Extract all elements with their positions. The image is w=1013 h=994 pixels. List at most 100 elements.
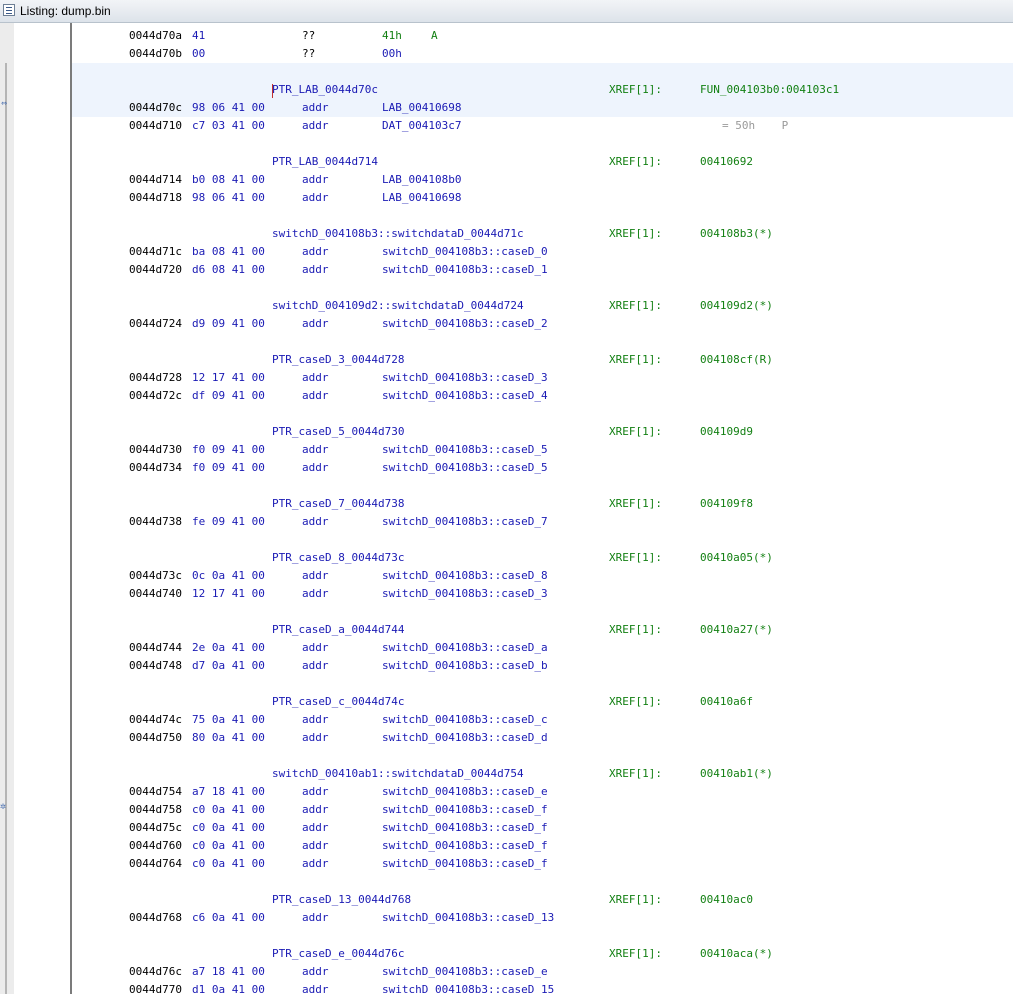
operand[interactable]: switchD_004108b3::caseD_b (382, 657, 548, 675)
data-row[interactable]: 0044d70b 00?? 00h (72, 45, 1013, 63)
operand[interactable]: switchD_004108b3::caseD_f (382, 801, 548, 819)
address[interactable]: 0044d764 (129, 855, 182, 873)
data-row[interactable]: 0044d748 d7 0a 41 00 addr switchD_004108b3:… (72, 657, 1013, 675)
byte-values[interactable]: c0 0a 41 00 (192, 837, 265, 855)
byte-values[interactable]: a7 18 41 00 (192, 783, 265, 801)
xref-target[interactable]: 00410a6f (700, 693, 753, 711)
mnemonic[interactable]: addr (302, 909, 329, 927)
byte-values[interactable]: fe 09 41 00 (192, 513, 265, 531)
operand[interactable]: switchD_004108b3::caseD_3 (382, 585, 548, 603)
mnemonic[interactable]: addr (302, 657, 329, 675)
address[interactable]: 0044d70b (129, 45, 182, 63)
byte-values[interactable]: f0 09 41 00 (192, 441, 265, 459)
label-name[interactable]: PTR_LAB_0044d70c (272, 81, 378, 99)
data-row[interactable]: 0044d74c 75 0a 41 00 addr switchD_004108b3:… (72, 711, 1013, 729)
operand[interactable]: DAT_004103c7 (382, 117, 461, 135)
byte-values[interactable]: 12 17 41 00 (192, 369, 265, 387)
data-row[interactable]: 0044d740 12 17 41 00 addr switchD_004108b3:… (72, 585, 1013, 603)
xref-target[interactable]: 004109d2(*) (700, 297, 773, 315)
operand[interactable]: switchD_004108b3::caseD_f (382, 819, 548, 837)
mnemonic[interactable]: addr (302, 639, 329, 657)
label-name[interactable]: PTR_caseD_8_0044d73c (272, 549, 404, 567)
xref-target[interactable]: 00410a27(*) (700, 621, 773, 639)
label-name[interactable]: switchD_00410ab1::switchdataD_0044d754 (272, 765, 524, 783)
label-row[interactable]: PTR_caseD_a_0044d744 XREF[1]: 00410a27(*) (72, 621, 1013, 639)
mnemonic[interactable]: addr (302, 513, 329, 531)
mnemonic[interactable]: addr (302, 243, 329, 261)
byte-values[interactable]: c7 03 41 00 (192, 117, 265, 135)
address[interactable]: 0044d74c (129, 711, 182, 729)
data-row[interactable]: 0044d714 b0 08 41 00 addr LAB_004108b0 (72, 171, 1013, 189)
byte-values[interactable]: a7 18 41 00 (192, 963, 265, 981)
operand[interactable]: LAB_00410698 (382, 189, 461, 207)
data-row[interactable]: 0044d720 d6 08 41 00 addr switchD_004108b3:… (72, 261, 1013, 279)
xref-prefix[interactable]: XREF[1]: (609, 495, 662, 513)
mnemonic[interactable]: addr (302, 585, 329, 603)
xref-target[interactable]: 004109f8 (700, 495, 753, 513)
mnemonic[interactable]: addr (302, 117, 329, 135)
mnemonic[interactable]: addr (302, 801, 329, 819)
label-row[interactable]: switchD_00410ab1::switchdataD_0044d754 XR… (72, 765, 1013, 783)
address[interactable]: 0044d714 (129, 171, 182, 189)
byte-values[interactable]: ba 08 41 00 (192, 243, 265, 261)
operand[interactable]: switchD_004108b3::caseD_5 (382, 459, 548, 477)
label-name[interactable]: PTR_caseD_3_0044d728 (272, 351, 404, 369)
byte-values[interactable]: 98 06 41 00 (192, 189, 265, 207)
mnemonic[interactable]: addr (302, 189, 329, 207)
byte-values[interactable]: 41 (192, 27, 205, 45)
byte-values[interactable]: d6 08 41 00 (192, 261, 265, 279)
mnemonic[interactable]: ?? (302, 27, 315, 45)
mnemonic[interactable]: addr (302, 369, 329, 387)
data-row[interactable]: 0044d75c c0 0a 41 00 addr switchD_004108b3:… (72, 819, 1013, 837)
xref-prefix[interactable]: XREF[1]: (609, 423, 662, 441)
label-name[interactable]: switchD_004109d2::switchdataD_0044d724 (272, 297, 524, 315)
label-name[interactable]: PTR_caseD_13_0044d768 (272, 891, 411, 909)
operand[interactable]: switchD_004108b3::caseD_a (382, 639, 548, 657)
address[interactable]: 0044d740 (129, 585, 182, 603)
data-row[interactable]: 0044d770 d1 0a 41 00 addr switchD_004108b3:… (72, 981, 1013, 994)
label-row[interactable]: PTR_caseD_8_0044d73c XREF[1]: 00410a05(*) (72, 549, 1013, 567)
xref-target[interactable]: 00410a05(*) (700, 549, 773, 567)
bookmark-marker-icon[interactable]: ✲ (0, 802, 6, 812)
address[interactable]: 0044d734 (129, 459, 182, 477)
operand[interactable]: 41h (382, 27, 402, 45)
address[interactable]: 0044d724 (129, 315, 182, 333)
byte-values[interactable]: c6 0a 41 00 (192, 909, 265, 927)
address[interactable]: 0044d750 (129, 729, 182, 747)
operand[interactable]: switchD_004108b3::caseD_c (382, 711, 548, 729)
data-row[interactable]: 0044d764 c0 0a 41 00 addr switchD_004108b3:… (72, 855, 1013, 873)
label-row[interactable]: switchD_004108b3::switchdataD_0044d71c XR… (72, 225, 1013, 243)
byte-values[interactable]: 0c 0a 41 00 (192, 567, 265, 585)
label-row[interactable]: PTR_caseD_13_0044d768 XREF[1]: 00410ac0 (72, 891, 1013, 909)
xref-prefix[interactable]: XREF[1]: (609, 765, 662, 783)
address[interactable]: 0044d71c (129, 243, 182, 261)
label-name[interactable]: PTR_caseD_c_0044d74c (272, 693, 404, 711)
mnemonic[interactable]: addr (302, 567, 329, 585)
mnemonic[interactable]: addr (302, 855, 329, 873)
cursor-marker-icon[interactable]: ⇔ (1, 99, 7, 109)
label-row[interactable]: PTR_caseD_5_0044d730 XREF[1]: 004109d9 (72, 423, 1013, 441)
byte-values[interactable]: 75 0a 41 00 (192, 711, 265, 729)
address[interactable]: 0044d76c (129, 963, 182, 981)
operand[interactable]: switchD_004108b3::caseD_d (382, 729, 548, 747)
data-row[interactable]: 0044d76c a7 18 41 00 addr switchD_004108b3:… (72, 963, 1013, 981)
byte-values[interactable]: df 09 41 00 (192, 387, 265, 405)
xref-prefix[interactable]: XREF[1]: (609, 945, 662, 963)
label-name[interactable]: PTR_caseD_5_0044d730 (272, 423, 404, 441)
label-row[interactable]: PTR_LAB_0044d714 XREF[1]: 00410692 (72, 153, 1013, 171)
operand[interactable]: switchD_004108b3::caseD_2 (382, 315, 548, 333)
operand[interactable]: LAB_00410698 (382, 99, 461, 117)
byte-values[interactable]: 12 17 41 00 (192, 585, 265, 603)
address[interactable]: 0044d75c (129, 819, 182, 837)
byte-values[interactable]: d7 0a 41 00 (192, 657, 265, 675)
address[interactable]: 0044d73c (129, 567, 182, 585)
address[interactable]: 0044d728 (129, 369, 182, 387)
address[interactable]: 0044d754 (129, 783, 182, 801)
address[interactable]: 0044d758 (129, 801, 182, 819)
mnemonic[interactable]: addr (302, 963, 329, 981)
data-row[interactable]: 0044d710 c7 03 41 00 addr DAT_004103c7 = 50h… (72, 117, 1013, 135)
address[interactable]: 0044d72c (129, 387, 182, 405)
byte-values[interactable]: c0 0a 41 00 (192, 819, 265, 837)
operand[interactable]: switchD_004108b3::caseD_f (382, 837, 548, 855)
operand[interactable]: switchD_004108b3::caseD_5 (382, 441, 548, 459)
